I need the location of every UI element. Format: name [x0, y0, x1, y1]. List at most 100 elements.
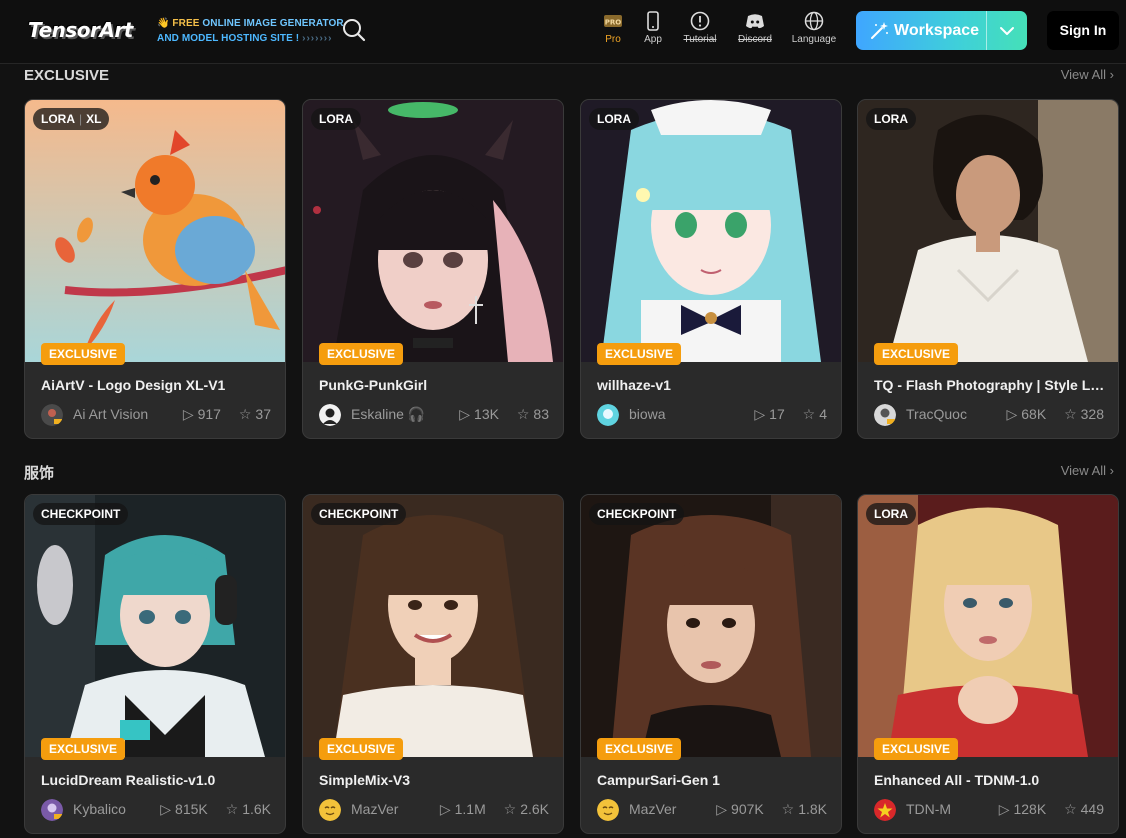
author-name[interactable]: MazVer [351, 801, 398, 817]
play-icon: ▷ [459, 406, 471, 422]
model-name: SimpleMix-V3 [319, 772, 411, 788]
view-all-label: View All [1060, 463, 1107, 478]
author-avatar[interactable] [41, 799, 63, 821]
model-type-extra: XL [86, 112, 102, 126]
nav-tutorial-label: Tutorial [683, 34, 717, 45]
model-thumbnail [303, 495, 563, 757]
model-type-badge: LORA [866, 503, 916, 525]
workspace-dropdown-button[interactable] [987, 11, 1027, 50]
star-count: 328 [1080, 406, 1104, 422]
workspace-button[interactable]: Workspace [856, 11, 986, 50]
star-icon: ☆ [1064, 801, 1077, 817]
play-icon: ▷ [182, 406, 194, 422]
model-name: willhaze-v1 [597, 377, 671, 393]
nav-discord[interactable]: Discord [727, 10, 783, 54]
author-name[interactable]: MazVer [629, 801, 676, 817]
run-count: 917 [197, 406, 221, 422]
model-thumbnail [25, 100, 285, 362]
exclusive-badge: EXCLUSIVE [874, 738, 959, 760]
model-stats: ▷ 907K ☆ 1.8K [712, 801, 827, 818]
punk-girl-illustration [303, 100, 563, 362]
author-avatar[interactable] [597, 404, 619, 426]
model-stats: ▷ 13K ☆ 83 [455, 406, 549, 423]
model-name: PunkG-PunkGirl [319, 377, 428, 393]
model-grid-exclusive: LORA | XL EXCLUSIVE AiArtV - Logo Design X… [24, 99, 1120, 439]
author-name[interactable]: TDN-M [906, 801, 951, 817]
model-name: AiArtV - Logo Design XL-V1 [41, 377, 226, 393]
run-count: 1.1M [454, 801, 486, 817]
exclusive-badge: EXCLUSIVE [597, 738, 682, 760]
star-icon: ☆ [516, 406, 530, 422]
model-name: LucidDream Realistic-v1.0 [41, 772, 216, 788]
model-card[interactable]: CHECKPOINT EXCLUSIVE SimpleMix-V3 MazVer… [302, 494, 564, 834]
model-card[interactable]: CHECKPOINT EXCLUSIVE CampurSari-Gen 1 Ma… [580, 494, 842, 834]
view-all-link-clothing[interactable]: View All › [1061, 463, 1114, 478]
star-count: 449 [1080, 801, 1104, 817]
star-count: 83 [533, 406, 549, 422]
author-name[interactable]: Ai Art Vision [73, 406, 148, 422]
author-name[interactable]: biowa [629, 406, 666, 422]
star-icon: ☆ [225, 801, 239, 817]
star-count: 1.8K [798, 801, 827, 817]
model-type-badge: LORA [866, 108, 916, 130]
play-icon: ▷ [998, 801, 1010, 817]
exclusive-badge: EXCLUSIVE [41, 343, 126, 365]
view-all-link-exclusive[interactable]: View All › [1061, 67, 1114, 82]
model-thumbnail [858, 495, 1118, 757]
exclusive-badge: EXCLUSIVE [41, 738, 126, 760]
nav-language-label: Language [791, 34, 837, 45]
run-count: 68K [1021, 406, 1047, 422]
author-avatar[interactable] [41, 404, 63, 426]
cyber-girl-render [25, 495, 285, 757]
sign-in-button[interactable]: Sign In [1047, 11, 1119, 50]
author-avatar[interactable] [319, 799, 341, 821]
workspace-button-group: Workspace [856, 11, 1027, 50]
author-name[interactable]: Kybalico [73, 801, 126, 817]
model-thumbnail [581, 100, 841, 362]
model-card[interactable]: LORA | XL EXCLUSIVE AiArtV - Logo Design X… [24, 99, 286, 439]
model-type-badge: LORA | XL [33, 108, 110, 130]
model-type-badge: LORA [589, 108, 639, 130]
author-avatar[interactable] [597, 799, 619, 821]
info-icon [690, 11, 710, 31]
star-count: 4 [819, 406, 827, 422]
model-name: Enhanced All - TDNM-1.0 [874, 772, 1040, 788]
model-grid-clothing: CHECKPOINT EXCLUSIVE LucidDream Realisti… [24, 494, 1120, 834]
model-stats: ▷ 17 ☆ 4 [750, 406, 827, 423]
model-card[interactable]: LORA EXCLUSIVE PunkG-PunkGirl Eskaline 🎧… [302, 99, 564, 439]
search-button[interactable] [340, 16, 368, 44]
author-avatar[interactable] [874, 404, 896, 426]
star-count: 2.6K [520, 801, 549, 817]
model-stats: ▷ 815K ☆ 1.6K [156, 801, 271, 818]
star-count: 1.6K [242, 801, 271, 817]
author-name[interactable]: TracQuoc [906, 406, 967, 422]
section-title-exclusive: EXCLUSIVE [24, 67, 110, 84]
model-thumbnail [581, 495, 841, 757]
model-card[interactable]: LORA EXCLUSIVE Enhanced All - TDNM-1.0 T… [857, 494, 1119, 834]
chevron-down-icon [1000, 27, 1014, 35]
author-avatar[interactable] [319, 404, 341, 426]
portrait-photo [581, 495, 841, 757]
author-name-group[interactable]: Eskaline 🎧 [351, 406, 425, 423]
model-card[interactable]: LORA EXCLUSIVE willhaze-v1 biowa ▷ 17 ☆ 4 [580, 99, 842, 439]
chevron-right-icon: › [1109, 463, 1114, 478]
tensorart-logo[interactable]: TensorArt [28, 14, 138, 46]
nav-tutorial[interactable]: Tutorial [672, 10, 728, 54]
model-card[interactable]: LORA EXCLUSIVE TQ - Flash Photography | … [857, 99, 1119, 439]
view-all-label: View All [1060, 67, 1107, 82]
nav-language[interactable]: Language [786, 10, 842, 54]
play-icon: ▷ [160, 801, 172, 817]
top-header: TensorArt 👋 FREE ONLINE IMAGE GENERATOR … [0, 0, 1126, 64]
exclusive-badge: EXCLUSIVE [597, 343, 682, 365]
model-name: TQ - Flash Photography | Style Lo... [874, 377, 1106, 393]
model-type: LORA [41, 112, 75, 126]
model-thumbnail [858, 100, 1118, 362]
model-thumbnail [303, 100, 563, 362]
play-icon: ▷ [716, 801, 728, 817]
model-card[interactable]: CHECKPOINT EXCLUSIVE LucidDream Realisti… [24, 494, 286, 834]
exclusive-badge: EXCLUSIVE [874, 343, 959, 365]
nav-discord-label: Discord [738, 34, 772, 45]
author-avatar[interactable] [874, 799, 896, 821]
headphones-icon: 🎧 [407, 406, 426, 422]
magic-wand-icon [871, 22, 888, 39]
